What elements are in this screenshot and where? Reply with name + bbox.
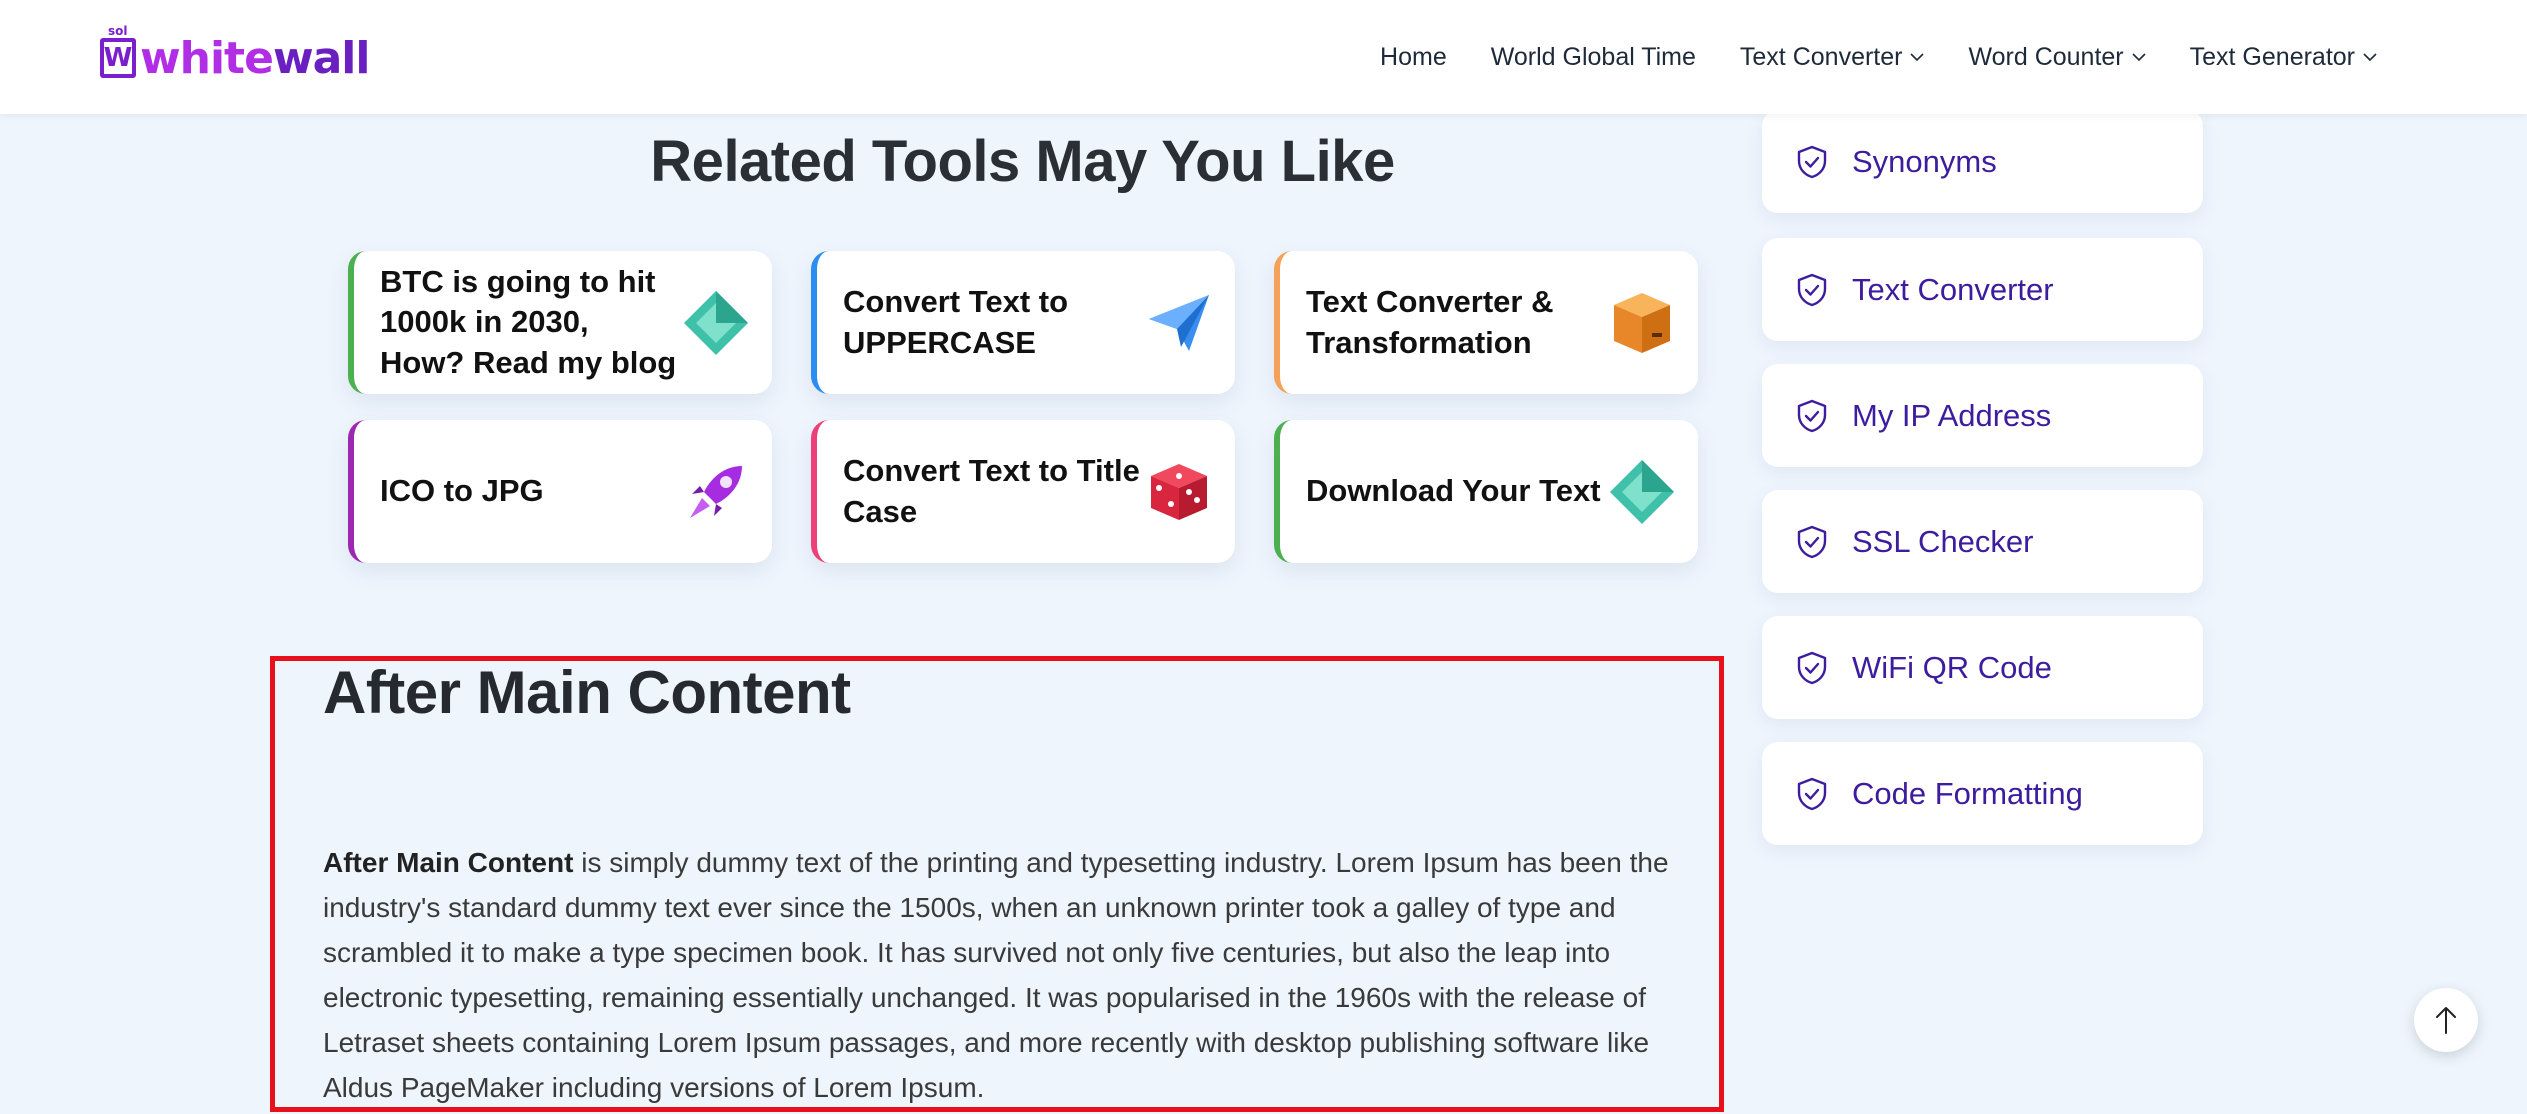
gem-icon (1610, 459, 1674, 524)
sidebar-item-label: Code Formatting (1852, 775, 2083, 811)
logo-wall-text: wall (272, 32, 371, 84)
nav-home[interactable]: Home (1380, 43, 1447, 72)
after-main-content-body: is simply dummy text of the printing and… (323, 847, 1669, 1103)
related-tools-grid: BTC is going to hit 1000k in 2030, How? … (348, 251, 1698, 563)
nav-text-converter-label: Text Converter (1739, 42, 1903, 71)
nav-text-converter[interactable]: Text Converter (1740, 43, 1925, 72)
after-main-content-lead: After Main Content (323, 847, 574, 878)
tool-card-label: Convert Text to UPPERCASE (843, 284, 1069, 360)
logo-mark-icon: sol W (100, 24, 136, 78)
tool-card-ico-to-jpg[interactable]: ICO to JPG (348, 420, 772, 563)
shield-check-icon (1797, 273, 1827, 306)
shield-check-icon (1797, 651, 1827, 684)
tool-card-label: Convert Text to Title Case (843, 453, 1140, 529)
logo-wordmark: whitewall (140, 32, 371, 84)
shield-check-icon (1797, 525, 1827, 558)
tool-card-label: Download Your Text (1306, 473, 1601, 509)
chevron-down-icon (2132, 53, 2146, 62)
chevron-down-icon (2363, 53, 2377, 62)
paper-plane-icon (1149, 294, 1209, 351)
shield-check-icon (1797, 777, 1827, 810)
logo-mark-letter: W (103, 43, 133, 73)
sidebar-item-synonyms[interactable]: Synonyms (1762, 110, 2203, 213)
shield-check-icon (1797, 399, 1827, 432)
sidebar-item-label: My IP Address (1852, 397, 2052, 433)
sidebar-item-label: Synonyms (1852, 143, 1997, 179)
tool-card-text-converter[interactable]: Text Converter & Transformation (1274, 251, 1698, 394)
sidebar-item-label: Text Converter (1852, 271, 2054, 307)
rocket-icon (690, 465, 742, 518)
tool-card-title-case[interactable]: Convert Text to Title Case (811, 420, 1235, 563)
logo-white-text: white (140, 32, 274, 84)
arrow-up-icon (2436, 1007, 2456, 1034)
sidebar-item-wifi-qr-code[interactable]: WiFi QR Code (1762, 616, 2203, 719)
sidebar-item-code-formatting[interactable]: Code Formatting (1762, 742, 2203, 845)
sidebar-item-label: WiFi QR Code (1852, 649, 2052, 685)
tool-card-label: Text Converter & Transformation (1306, 284, 1554, 360)
gem-icon (684, 290, 748, 355)
nav-home-label: Home (1380, 42, 1447, 71)
nav-word-counter-label: Word Counter (1968, 42, 2124, 71)
sidebar-item-label: SSL Checker (1852, 523, 2034, 559)
sidebar-item-my-ip-address[interactable]: My IP Address (1762, 364, 2203, 467)
main-nav: Home World Global Time Text Converter Wo… (1380, 0, 2377, 114)
sidebar-item-ssl-checker[interactable]: SSL Checker (1762, 490, 2203, 593)
chevron-down-icon (1910, 53, 1925, 62)
tool-card-label: BTC is going to hit 1000k in 2030, How? … (380, 264, 677, 380)
nav-text-generator-label: Text Generator (2189, 42, 2355, 71)
dice-icon (1151, 463, 1207, 520)
tool-card-uppercase[interactable]: Convert Text to UPPERCASE (811, 251, 1235, 394)
tool-card-btc-blog[interactable]: BTC is going to hit 1000k in 2030, How? … (348, 251, 772, 394)
box-icon (1614, 292, 1670, 353)
after-main-content-heading: After Main Content (323, 659, 851, 726)
sidebar-item-text-converter[interactable]: Text Converter (1762, 238, 2203, 341)
tool-card-download-text[interactable]: Download Your Text (1274, 420, 1698, 563)
scroll-to-top-button[interactable] (2414, 988, 2478, 1052)
logo-sol-text: sol (108, 24, 128, 38)
shield-check-icon (1797, 145, 1827, 178)
nav-world-global-time-label: World Global Time (1490, 42, 1696, 71)
nav-world-global-time[interactable]: World Global Time (1491, 43, 1696, 72)
after-main-content-paragraph: After Main Content is simply dummy text … (323, 840, 1713, 1110)
nav-text-generator[interactable]: Text Generator (2190, 43, 2377, 72)
tool-card-label: ICO to JPG (380, 473, 544, 509)
site-logo[interactable]: sol W whitewall (100, 24, 371, 88)
related-tools-heading: Related Tools May You Like (650, 129, 1395, 194)
site-header: sol W whitewall Home World Global Time T… (0, 0, 2527, 114)
nav-word-counter[interactable]: Word Counter (1968, 42, 2146, 72)
